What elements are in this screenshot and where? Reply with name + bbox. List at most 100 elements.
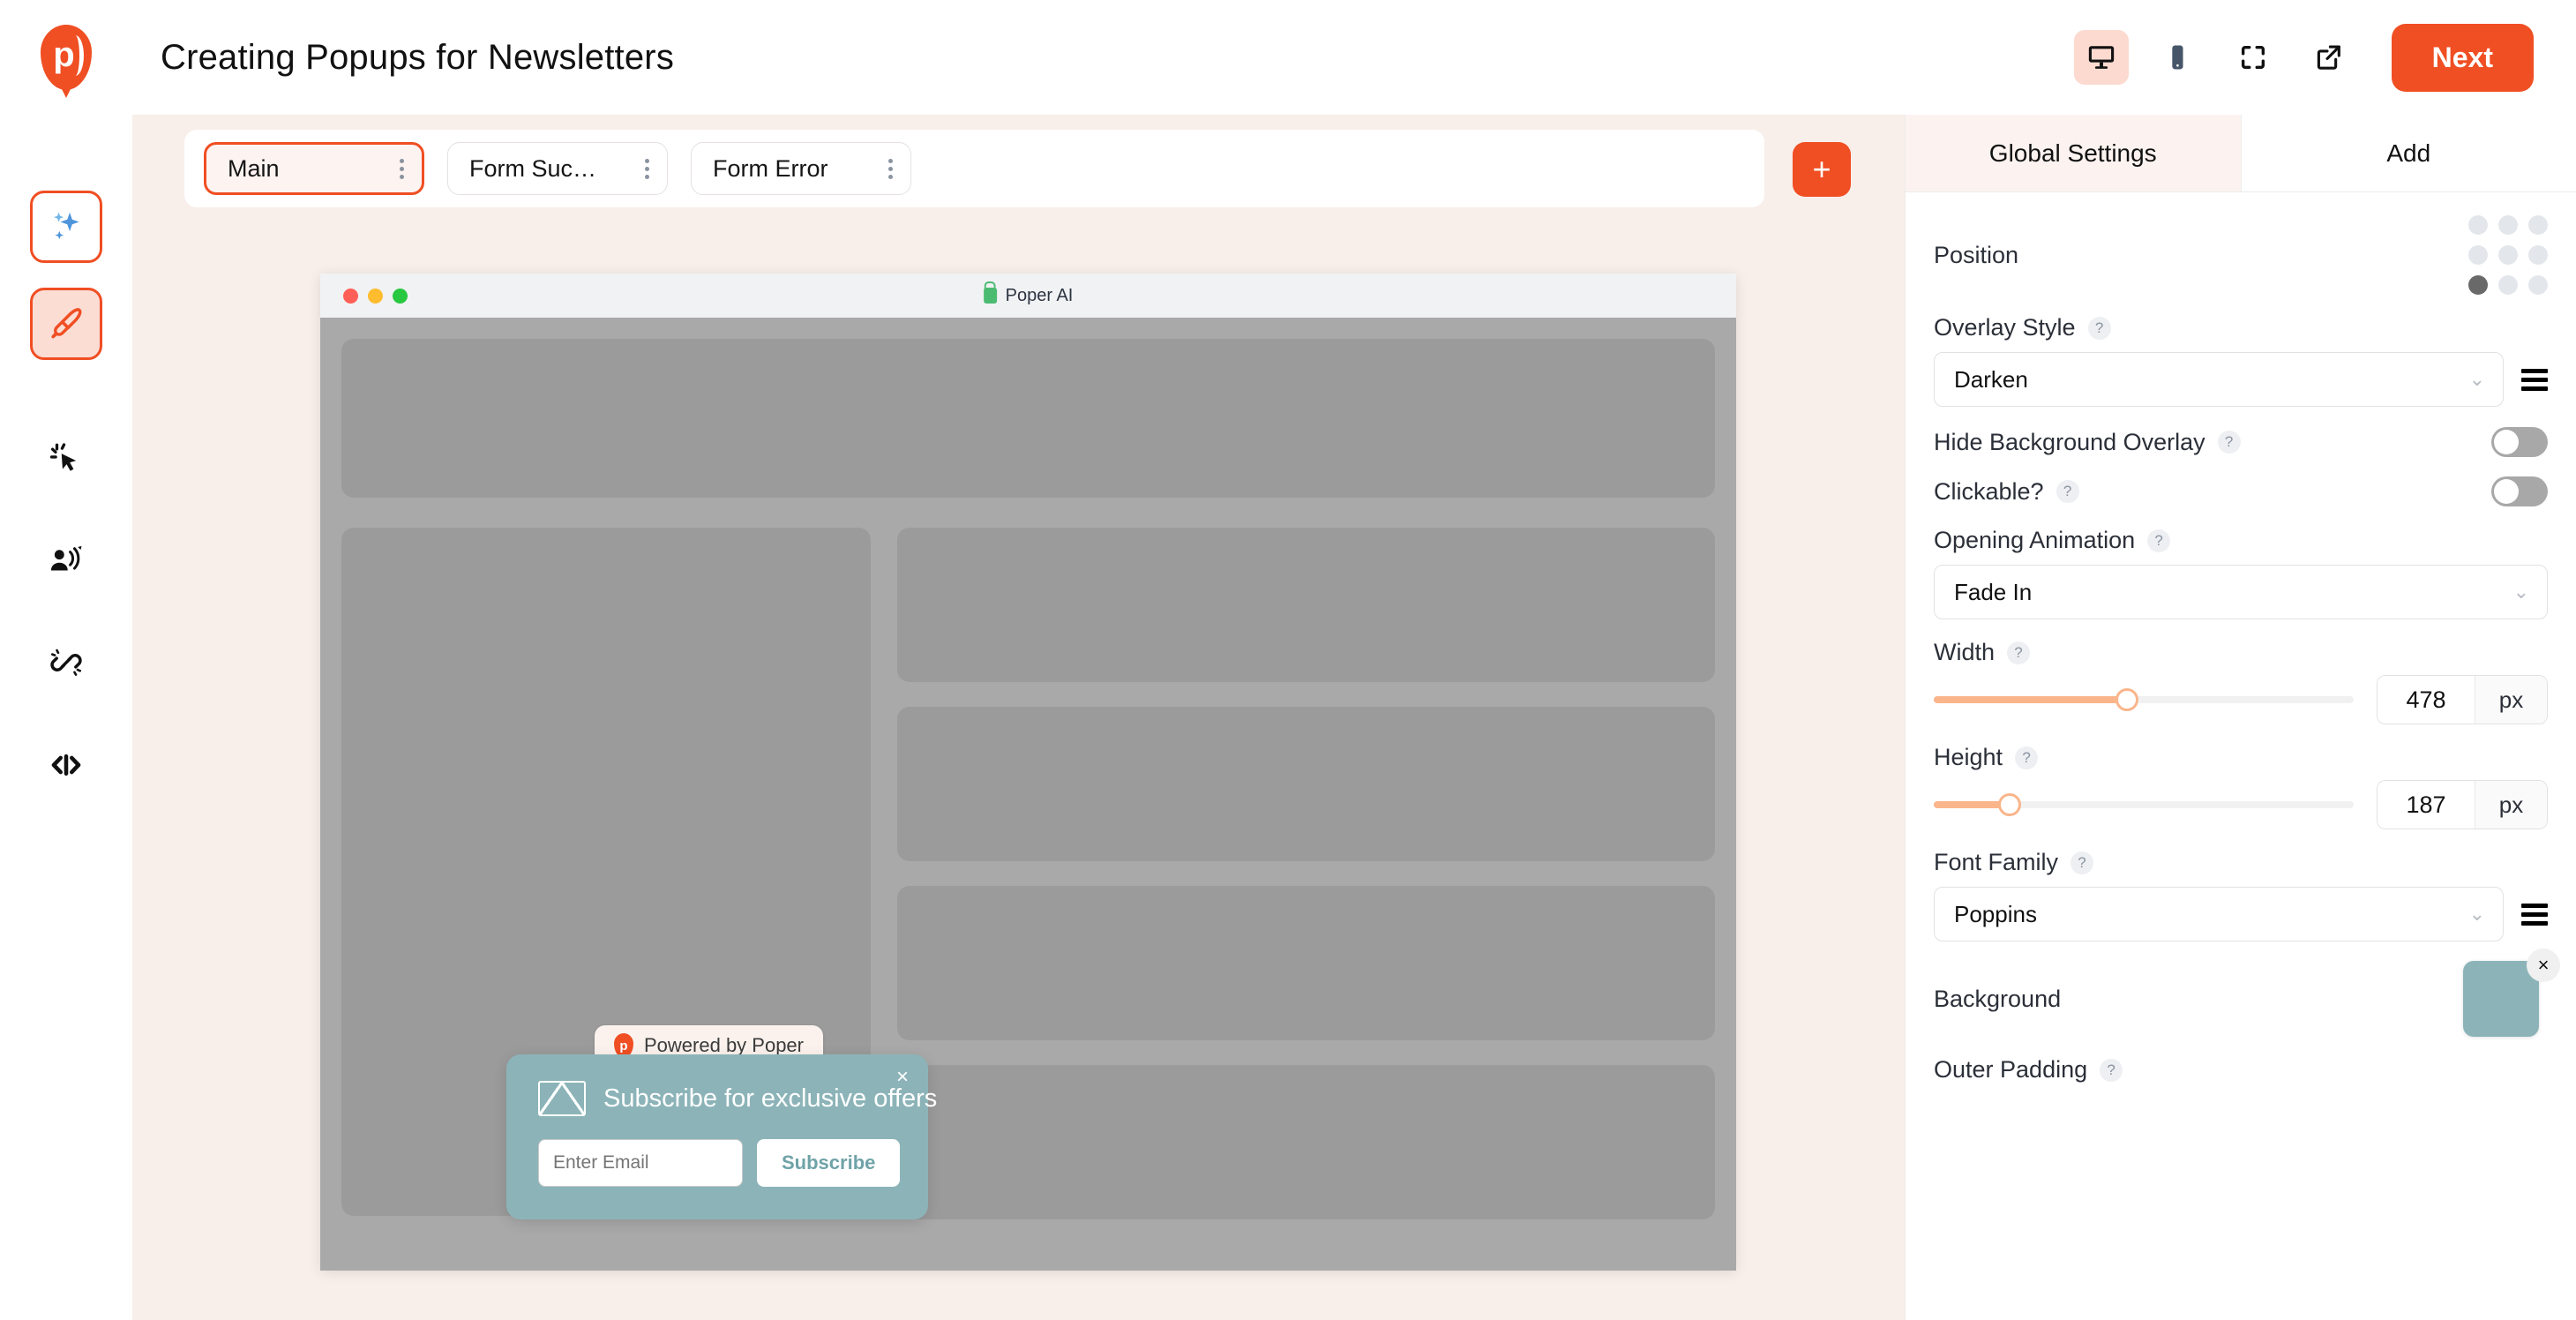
tab-main[interactable]: Main bbox=[204, 142, 424, 195]
sidebar-item-integrations[interactable] bbox=[30, 626, 102, 699]
open-external-button[interactable] bbox=[2302, 30, 2356, 85]
hide-overlay-toggle[interactable] bbox=[2491, 427, 2548, 457]
next-button[interactable]: Next bbox=[2391, 23, 2534, 92]
position-cell-bottom-left[interactable] bbox=[2468, 275, 2488, 295]
hamburger-icon[interactable] bbox=[2521, 903, 2548, 926]
help-icon[interactable]: ? bbox=[2100, 1058, 2123, 1082]
ai-sparkle-icon bbox=[54, 212, 79, 240]
email-input[interactable] bbox=[538, 1139, 743, 1187]
help-icon[interactable]: ? bbox=[2015, 746, 2039, 769]
opening-animation-label: Opening Animation ? bbox=[1934, 527, 2548, 554]
width-slider-thumb[interactable] bbox=[2115, 688, 2138, 711]
width-unit: px bbox=[2475, 676, 2547, 724]
tab-global-settings[interactable]: Global Settings bbox=[1906, 115, 2241, 191]
sidebar-item-ai[interactable] bbox=[30, 191, 102, 263]
position-cell-top-left[interactable] bbox=[2468, 215, 2488, 235]
paintbrush-icon bbox=[51, 308, 82, 339]
sidebar-item-triggers[interactable] bbox=[30, 422, 102, 494]
height-slider-thumb[interactable] bbox=[1997, 793, 2021, 816]
link-magnet-icon bbox=[50, 649, 82, 676]
popup-title: Subscribe for exclusive offers bbox=[603, 1084, 938, 1113]
top-actions: Next bbox=[2073, 23, 2576, 92]
traffic-light-close-icon bbox=[343, 288, 358, 304]
help-icon[interactable]: ? bbox=[2007, 641, 2031, 664]
help-icon[interactable]: ? bbox=[2056, 480, 2079, 503]
help-icon[interactable]: ? bbox=[2217, 431, 2241, 454]
site-name: Poper AI bbox=[1005, 285, 1074, 305]
popup-preview[interactable]: × Subscribe for exclusive offers Subscri… bbox=[506, 1054, 937, 1219]
sidebar-item-audience[interactable] bbox=[30, 524, 102, 596]
position-cell-middle-right[interactable] bbox=[2528, 245, 2548, 265]
setting-overlay-style: Overlay Style ? Darken ⌄ bbox=[1934, 314, 2548, 407]
tab-form-error[interactable]: Form Error bbox=[691, 142, 911, 195]
sidebar-item-design[interactable] bbox=[30, 288, 102, 360]
help-icon[interactable]: ? bbox=[2071, 851, 2094, 874]
help-icon[interactable]: ? bbox=[2087, 316, 2111, 340]
vertical-dots-icon[interactable] bbox=[645, 158, 649, 179]
width-input[interactable] bbox=[2378, 676, 2475, 724]
page-title: Creating Popups for Newsletters bbox=[161, 37, 675, 77]
width-slider[interactable] bbox=[1934, 688, 2354, 711]
position-cell-bottom-center[interactable] bbox=[2498, 275, 2518, 295]
width-slider-fill bbox=[1934, 696, 2127, 703]
browser-chrome: Poper AI bbox=[320, 274, 1736, 318]
font-family-value: Poppins bbox=[1954, 900, 2037, 927]
setting-clickable: Clickable? ? bbox=[1934, 467, 2548, 516]
height-numberbox: px bbox=[2377, 780, 2548, 829]
clickable-toggle[interactable] bbox=[2491, 476, 2548, 506]
background-swatch-wrap: × bbox=[2463, 949, 2560, 1037]
subscribe-button[interactable]: Subscribe bbox=[757, 1139, 901, 1187]
tab-label: Form Suc… bbox=[469, 154, 597, 182]
vertical-dots-icon[interactable] bbox=[888, 158, 893, 179]
external-link-icon bbox=[2317, 45, 2340, 70]
popup-close-icon[interactable]: × bbox=[896, 1067, 909, 1088]
position-cell-top-right[interactable] bbox=[2528, 215, 2548, 235]
hamburger-icon[interactable] bbox=[2521, 368, 2548, 391]
cursor-click-icon bbox=[49, 443, 77, 471]
add-step-button[interactable]: + bbox=[1793, 142, 1851, 197]
width-label: Width ? bbox=[1934, 639, 2548, 666]
panel-tab-bar: Global Settings Add bbox=[1906, 115, 2576, 192]
envelope-icon bbox=[538, 1081, 586, 1116]
setting-background: Background × bbox=[1934, 949, 2560, 1037]
opening-animation-value: Fade In bbox=[1954, 578, 2033, 605]
outer-padding-label: Outer Padding ? bbox=[1934, 1056, 2548, 1084]
tab-label: Form Error bbox=[713, 154, 828, 182]
overlay-style-select[interactable]: Darken ⌄ bbox=[1934, 352, 2504, 407]
skeleton-row bbox=[897, 886, 1715, 1040]
settings-list: Position Overlay Style ? Darken ⌄ Hide B… bbox=[1906, 192, 2576, 1320]
clickable-label: Clickable? ? bbox=[1934, 478, 2079, 506]
popup-step-tabs: Main Form Suc… Form Error bbox=[184, 130, 1764, 207]
editor-canvas: Main Form Suc… Form Error + Poper AI p P… bbox=[132, 115, 1905, 1320]
height-slider[interactable] bbox=[1934, 793, 2354, 816]
sidebar-item-custom-code[interactable] bbox=[30, 729, 102, 801]
position-grid[interactable] bbox=[2468, 215, 2548, 295]
font-family-select[interactable]: Poppins ⌄ bbox=[1934, 887, 2504, 941]
help-icon[interactable]: ? bbox=[2147, 529, 2171, 552]
setting-outer-padding: Outer Padding ? bbox=[1934, 1056, 2548, 1084]
skeleton-row bbox=[897, 528, 1715, 682]
tab-add[interactable]: Add bbox=[2240, 115, 2576, 191]
app-logo[interactable]: p bbox=[0, 25, 132, 90]
position-cell-middle-center[interactable] bbox=[2498, 245, 2518, 265]
height-input[interactable] bbox=[2378, 781, 2475, 829]
remove-background-icon[interactable]: × bbox=[2527, 949, 2560, 982]
position-cell-middle-left[interactable] bbox=[2468, 245, 2488, 265]
position-cell-bottom-right[interactable] bbox=[2528, 275, 2548, 295]
skeleton-row bbox=[897, 1065, 1715, 1219]
chevron-down-icon: ⌄ bbox=[2468, 903, 2485, 925]
traffic-light-minimize-icon bbox=[368, 288, 383, 304]
left-sidebar bbox=[0, 115, 132, 1320]
code-icon bbox=[51, 754, 81, 776]
green-lock-icon bbox=[983, 288, 997, 304]
mobile-view-button[interactable] bbox=[2150, 30, 2205, 85]
fullscreen-button[interactable] bbox=[2226, 30, 2280, 85]
desktop-view-button[interactable] bbox=[2073, 30, 2129, 85]
desktop-icon bbox=[2088, 46, 2114, 69]
hide-overlay-label: Hide Background Overlay ? bbox=[1934, 429, 2241, 456]
overlay-style-label: Overlay Style ? bbox=[1934, 314, 2548, 341]
opening-animation-select[interactable]: Fade In ⌄ bbox=[1934, 565, 2548, 619]
vertical-dots-icon[interactable] bbox=[400, 158, 404, 179]
position-cell-top-center[interactable] bbox=[2498, 215, 2518, 235]
tab-form-success[interactable]: Form Suc… bbox=[447, 142, 668, 195]
